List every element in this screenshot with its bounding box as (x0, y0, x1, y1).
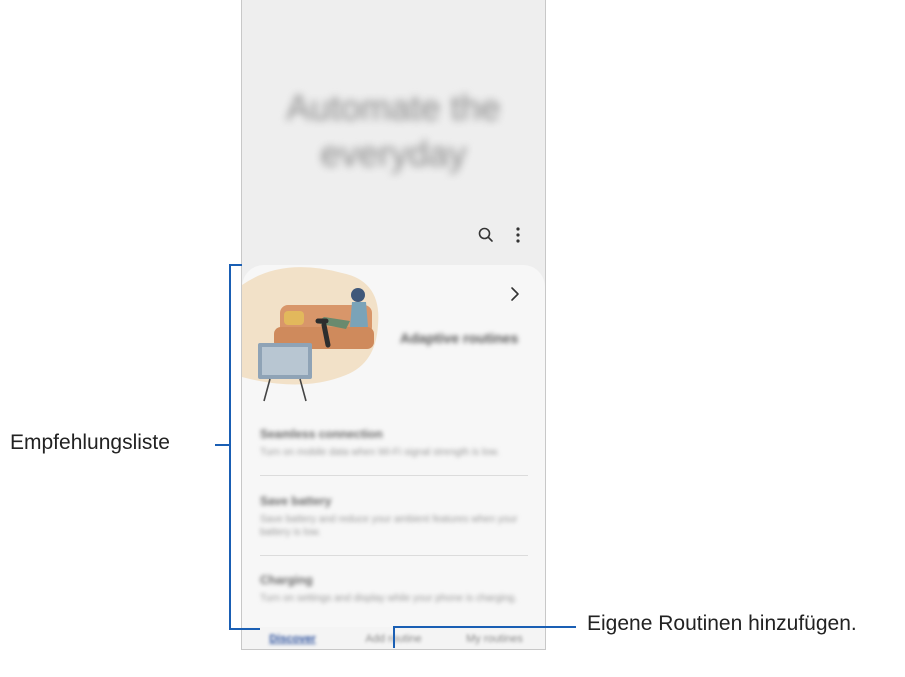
hero-title-line2: everyday (320, 133, 467, 174)
recommendation-item-seamless-connection[interactable]: Seamless connection Turn on mobile data … (260, 427, 528, 459)
add-routine-leader-line (393, 626, 576, 628)
add-routine-callout: Eigene Routinen hinzufügen. (587, 612, 857, 635)
bracket-bottom-tick (229, 628, 260, 630)
search-icon[interactable] (474, 223, 498, 247)
hero-title-line1: Automate the (286, 87, 501, 128)
recommendation-description: Turn on settings and display while your … (260, 593, 518, 604)
bracket-top-tick (229, 264, 242, 266)
divider (260, 475, 528, 476)
adaptive-routines-illustration (242, 267, 379, 402)
more-options-icon[interactable] (506, 223, 530, 247)
bracket-leader-line (215, 444, 229, 446)
recommendation-list-bracket (229, 264, 231, 630)
tab-discover[interactable]: Discover (242, 633, 343, 645)
recommendation-card: Adaptive routines Seamless connection Tu… (242, 265, 545, 627)
recommendation-title: Seamless connection (260, 427, 383, 441)
chevron-right-icon[interactable] (506, 285, 524, 303)
recommendation-description: Save battery and reduce your ambient fea… (260, 514, 518, 538)
featured-title[interactable]: Adaptive routines (400, 330, 518, 346)
hero-title: Automate the everyday (242, 85, 545, 177)
recommendation-description: Turn on mobile data when Wi-Fi signal st… (260, 447, 500, 458)
recommendation-list-callout: Empfehlungsliste (10, 431, 170, 454)
phone-screen: Automate the everyday Adaptive routines … (241, 0, 546, 650)
recommendation-item-charging[interactable]: Charging Turn on settings and display wh… (260, 573, 528, 605)
tab-my-routines[interactable]: My routines (444, 633, 545, 645)
recommendation-title: Charging (260, 573, 313, 587)
add-routine-pointer (393, 626, 395, 648)
divider (260, 555, 528, 556)
recommendation-title: Save battery (260, 494, 332, 508)
recommendation-item-save-battery[interactable]: Save battery Save battery and reduce you… (260, 494, 528, 539)
